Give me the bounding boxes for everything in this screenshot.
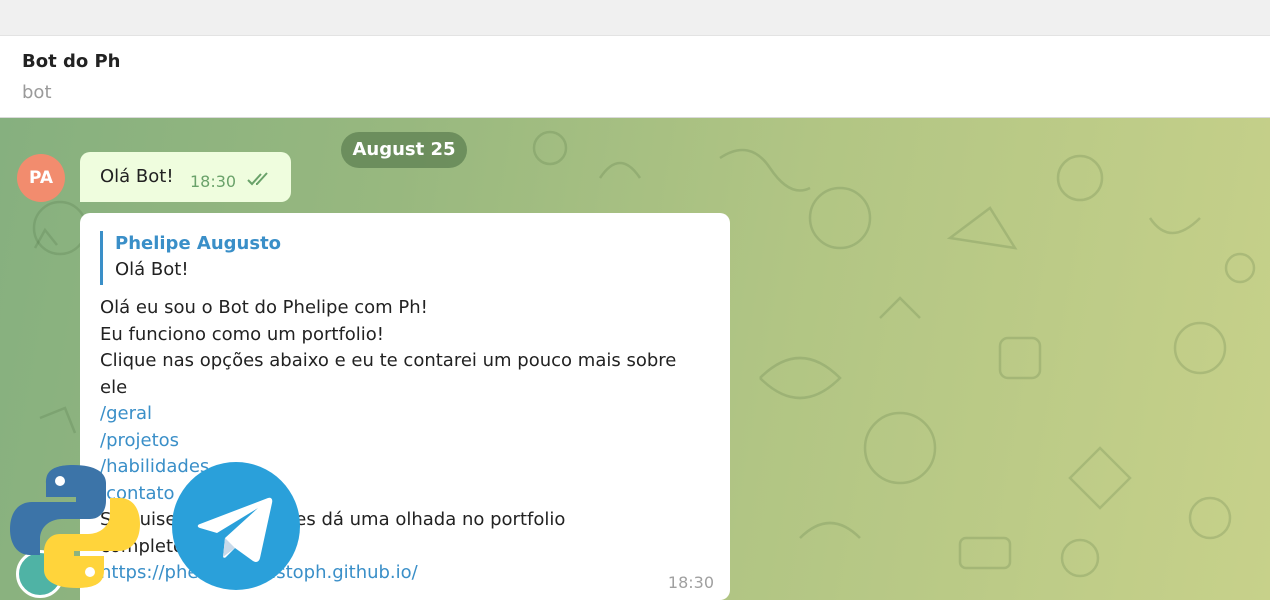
- chat-header[interactable]: Bot do Ph bot: [0, 36, 1270, 118]
- message-line: ele: [100, 376, 128, 398]
- message-line: Eu funciono como um portfolio!: [100, 323, 385, 345]
- message-bubble-outgoing[interactable]: Olá Bot! 18:30: [80, 152, 291, 202]
- command-link-projetos[interactable]: /projetos: [100, 428, 700, 455]
- message-time: 18:30: [190, 172, 237, 191]
- avatar[interactable]: PA: [17, 154, 65, 202]
- message-line: Clique nas opções abaixo e eu te contare…: [100, 350, 677, 371]
- double-check-icon: [247, 172, 268, 186]
- message-time: 18:30: [667, 573, 714, 592]
- chat-subtitle: bot: [22, 82, 52, 103]
- reply-text: Olá Bot!: [115, 259, 189, 280]
- chat-title: Bot do Ph: [22, 51, 121, 72]
- command-link-geral[interactable]: /geral: [100, 401, 700, 428]
- telegram-logo-icon: [172, 462, 300, 590]
- python-logo-icon: [10, 465, 140, 588]
- message-text: Olá Bot!: [100, 166, 174, 187]
- window-top-bar: [0, 0, 1270, 36]
- reply-quote[interactable]: Phelipe Augusto Olá Bot!: [100, 231, 281, 285]
- message-line: Olá eu sou o Bot do Phelipe com Ph!: [100, 297, 428, 318]
- reply-author: Phelipe Augusto: [115, 233, 282, 254]
- date-separator: August 25: [341, 132, 467, 168]
